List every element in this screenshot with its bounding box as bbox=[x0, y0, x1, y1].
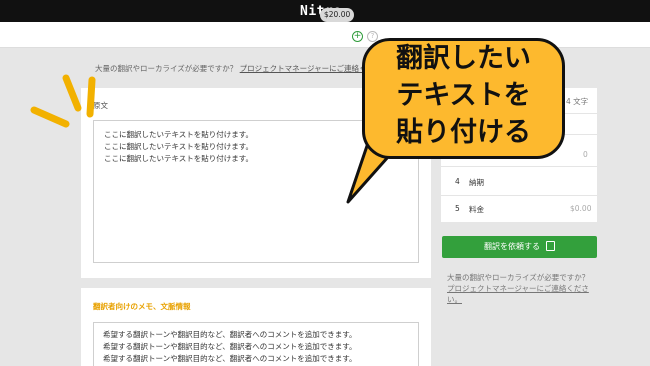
pm-notice-text: 大量の翻訳やローカライズが必要ですか？ bbox=[95, 64, 240, 73]
callout-line: 翻訳したい bbox=[396, 43, 531, 74]
side-note-text: 大量の翻訳やローカライズが必要ですか？ bbox=[447, 273, 590, 282]
char-count: 4 文字 bbox=[566, 97, 589, 106]
pm-notice: 大量の翻訳やローカライズが必要ですか？ プロジェクトマネージャーにご連絡ください… bbox=[95, 63, 397, 74]
side-pm-notice: 大量の翻訳やローカライズが必要ですか？ プロジェクトマネージャーにご連絡ください。 bbox=[447, 272, 597, 305]
row-number: 5 bbox=[455, 204, 460, 213]
order-button-label: 翻訳を依頼する bbox=[484, 242, 540, 251]
summary-divider bbox=[441, 166, 597, 167]
price-label: 料金 bbox=[469, 205, 484, 214]
side-pm-contact-link[interactable]: プロジェクトマネージャーにご連絡ください。 bbox=[447, 284, 589, 304]
memo-line: 希望する翻訳トーンや翻訳目的など、翻訳者へのコメントを追加できます。 bbox=[103, 354, 357, 363]
order-translation-button[interactable]: 翻訳を依頼する bbox=[442, 236, 597, 258]
callout-text: 翻訳したい テキストを 貼り付ける bbox=[362, 38, 565, 159]
document-icon bbox=[546, 241, 555, 251]
price-value: $0.00 bbox=[570, 204, 592, 213]
memo-text-input[interactable]: 希望する翻訳トーンや翻訳目的など、翻訳者へのコメントを追加できます。 希望する翻… bbox=[93, 322, 419, 366]
memo-line: 希望する翻訳トーンや翻訳目的など、翻訳者へのコメントを追加できます。 bbox=[103, 330, 357, 339]
balance-badge[interactable]: $20.00 bbox=[320, 8, 355, 22]
summary-divider bbox=[441, 195, 597, 196]
callout-line: テキストを bbox=[396, 80, 531, 111]
memo-label: 翻訳者向けのメモ、文脈情報 bbox=[93, 302, 191, 311]
memo-line: 希望する翻訳トーンや翻訳目的など、翻訳者へのコメントを追加できます。 bbox=[103, 342, 357, 351]
row2-value: 0 bbox=[583, 150, 588, 159]
emphasis-marks-icon bbox=[30, 74, 96, 128]
deadline-label[interactable]: 納期 bbox=[469, 177, 484, 188]
callout-line: 貼り付ける bbox=[396, 117, 531, 148]
row-number: 4 bbox=[455, 177, 460, 186]
